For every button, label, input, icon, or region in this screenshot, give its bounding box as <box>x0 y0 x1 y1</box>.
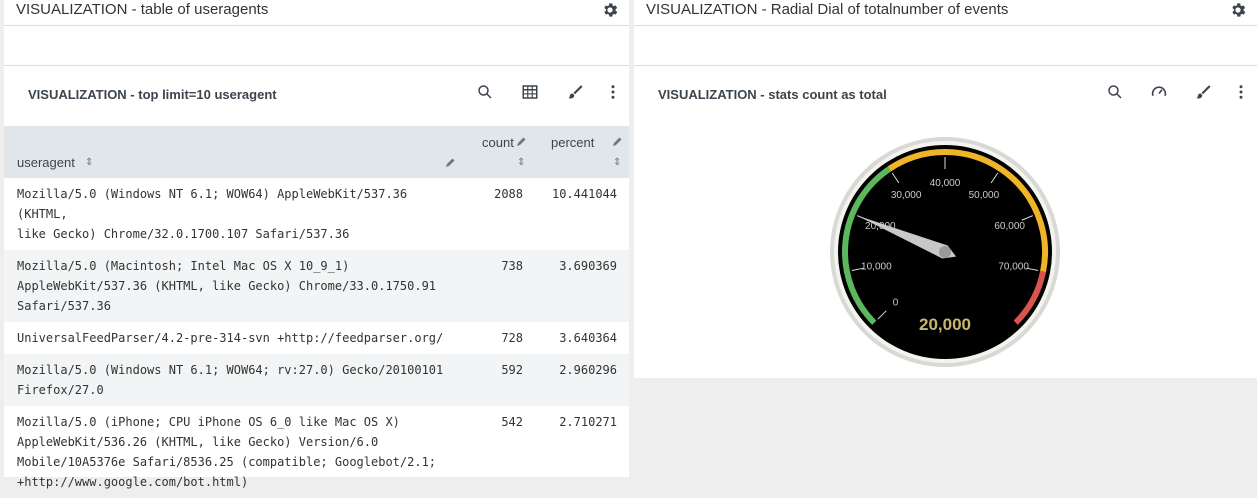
column-label: count <box>482 135 514 150</box>
useragent-cell[interactable]: Mozilla/5.0 (Macintosh; Intel Mac OS X 1… <box>4 250 469 322</box>
gauge-needle-hub <box>939 246 951 258</box>
useragent-line: Mozilla/5.0 (Macintosh; Intel Mac OS X 1… <box>17 259 350 273</box>
gear-icon[interactable] <box>601 1 619 19</box>
sort-icon[interactable]: ⇕ <box>85 157 93 168</box>
percent-cell[interactable]: 2.960296 <box>531 354 629 406</box>
useragent-line: like Gecko) Chrome/32.0.1700.107 Safari/… <box>17 227 350 241</box>
edit-icon[interactable] <box>611 136 623 148</box>
viz-title: VISUALIZATION - stats count as total <box>658 87 887 102</box>
search-icon[interactable] <box>476 83 494 101</box>
count-cell[interactable]: 2088 <box>469 178 531 250</box>
more-vertical-icon[interactable] <box>1232 83 1250 101</box>
gauge-tick-label: 60,000 <box>994 221 1025 232</box>
count-cell[interactable]: 728 <box>469 322 531 354</box>
gauge-tick-label: 30,000 <box>891 190 922 201</box>
gauge-tick-label: 10,000 <box>861 262 892 273</box>
percent-cell[interactable]: 3.640364 <box>531 322 629 354</box>
column-label: percent <box>551 135 595 150</box>
useragent-line: AppleWebKit/536.26 (KHTML, like Gecko) V… <box>17 435 379 449</box>
table-row[interactable]: Mozilla/5.0 (Windows NT 6.1; WOW64; rv:2… <box>4 354 629 406</box>
useragent-cell[interactable]: Mozilla/5.0 (iPhone; CPU iPhone OS 6_0 l… <box>4 406 469 498</box>
column-label: useragent <box>17 155 75 170</box>
useragent-cell[interactable]: UniversalFeedParser/4.2-pre-314-svn +htt… <box>4 322 469 354</box>
viz-title: VISUALIZATION - top limit=10 useragent <box>28 87 277 102</box>
viz-header: VISUALIZATION - top limit=10 useragent <box>4 66 629 126</box>
table-row[interactable]: Mozilla/5.0 (Macintosh; Intel Mac OS X 1… <box>4 250 629 322</box>
useragent-table: useragent ⇕ count ⇕ percent ⇕ Mozilla/5.… <box>4 126 629 498</box>
useragent-line: AppleWebKit/537.36 (KHTML, like Gecko) C… <box>17 279 437 293</box>
table-header-row: useragent ⇕ count ⇕ percent ⇕ <box>4 126 629 178</box>
useragent-line: Mozilla/5.0 (iPhone; CPU iPhone OS 6_0 l… <box>17 415 400 429</box>
edit-icon[interactable] <box>444 157 456 169</box>
table-row[interactable]: UniversalFeedParser/4.2-pre-314-svn +htt… <box>4 322 629 354</box>
dial-panel: VISUALIZATION - Radial Dial of totalnumb… <box>634 0 1257 378</box>
gauge-tick-label: 70,000 <box>998 262 1029 273</box>
radial-gauge: 0 10,000 20,000 30,000 40,000 50,000 60,000 70,… <box>829 136 1061 368</box>
useragent-line: Firefox/27.0 <box>17 383 104 397</box>
panel-header: VISUALIZATION - Radial Dial of totalnumb… <box>634 0 1257 26</box>
count-cell[interactable]: 542 <box>469 406 531 498</box>
column-header-percent[interactable]: percent ⇕ <box>531 126 629 178</box>
useragent-line: Mozilla/5.0 (Windows NT 6.1; WOW64) Appl… <box>17 187 408 221</box>
useragent-line: Mobile/10A5376e Safari/8536.25 (compatib… <box>17 455 437 469</box>
viz-header: VISUALIZATION - stats count as total <box>634 66 1257 126</box>
useragent-cell[interactable]: Mozilla/5.0 (Windows NT 6.1; WOW64; rv:2… <box>4 354 469 406</box>
panel-title: VISUALIZATION - table of useragents <box>16 1 269 18</box>
brush-icon[interactable] <box>566 83 584 101</box>
edit-icon[interactable] <box>515 136 527 148</box>
radial-gauge-svg: 0 10,000 20,000 30,000 40,000 50,000 60,000 70,… <box>830 137 1060 367</box>
sort-icon[interactable]: ⇕ <box>613 157 621 168</box>
useragent-line: +http://www.google.com/bot.html) <box>17 475 249 489</box>
panel-title: VISUALIZATION - Radial Dial of totalnumb… <box>646 1 1009 18</box>
gauge-value-label: 20,000 <box>919 315 971 334</box>
brush-icon[interactable] <box>1194 83 1212 101</box>
gauge-icon[interactable] <box>1150 83 1168 101</box>
percent-cell[interactable]: 10.441044 <box>531 178 629 250</box>
gauge-tick-label: 0 <box>893 297 899 308</box>
useragent-line: Mozilla/5.0 (Windows NT 6.1; WOW64; rv:2… <box>17 363 444 377</box>
column-header-useragent[interactable]: useragent ⇕ <box>4 126 469 178</box>
count-cell[interactable]: 592 <box>469 354 531 406</box>
percent-cell[interactable]: 2.710271 <box>531 406 629 498</box>
useragent-line: Safari/537.36 <box>17 299 111 313</box>
gear-icon[interactable] <box>1229 1 1247 19</box>
table-panel: VISUALIZATION - table of useragents VISU… <box>4 0 629 489</box>
gauge-tick-label: 50,000 <box>969 190 1000 201</box>
table-row[interactable]: Mozilla/5.0 (Windows NT 6.1; WOW64) Appl… <box>4 178 629 250</box>
table-icon[interactable] <box>521 83 539 101</box>
count-cell[interactable]: 738 <box>469 250 531 322</box>
sort-icon[interactable]: ⇕ <box>517 157 525 168</box>
column-header-count[interactable]: count ⇕ <box>469 126 531 178</box>
useragent-cell[interactable]: Mozilla/5.0 (Windows NT 6.1; WOW64) Appl… <box>4 178 469 250</box>
search-icon[interactable] <box>1106 83 1124 101</box>
percent-cell[interactable]: 3.690369 <box>531 250 629 322</box>
useragent-line: UniversalFeedParser/4.2-pre-314-svn +htt… <box>17 331 444 345</box>
table-row[interactable]: Mozilla/5.0 (iPhone; CPU iPhone OS 6_0 l… <box>4 406 629 498</box>
more-vertical-icon[interactable] <box>604 83 622 101</box>
panel-header: VISUALIZATION - table of useragents <box>4 0 629 26</box>
gauge-tick-label: 40,000 <box>930 178 961 189</box>
